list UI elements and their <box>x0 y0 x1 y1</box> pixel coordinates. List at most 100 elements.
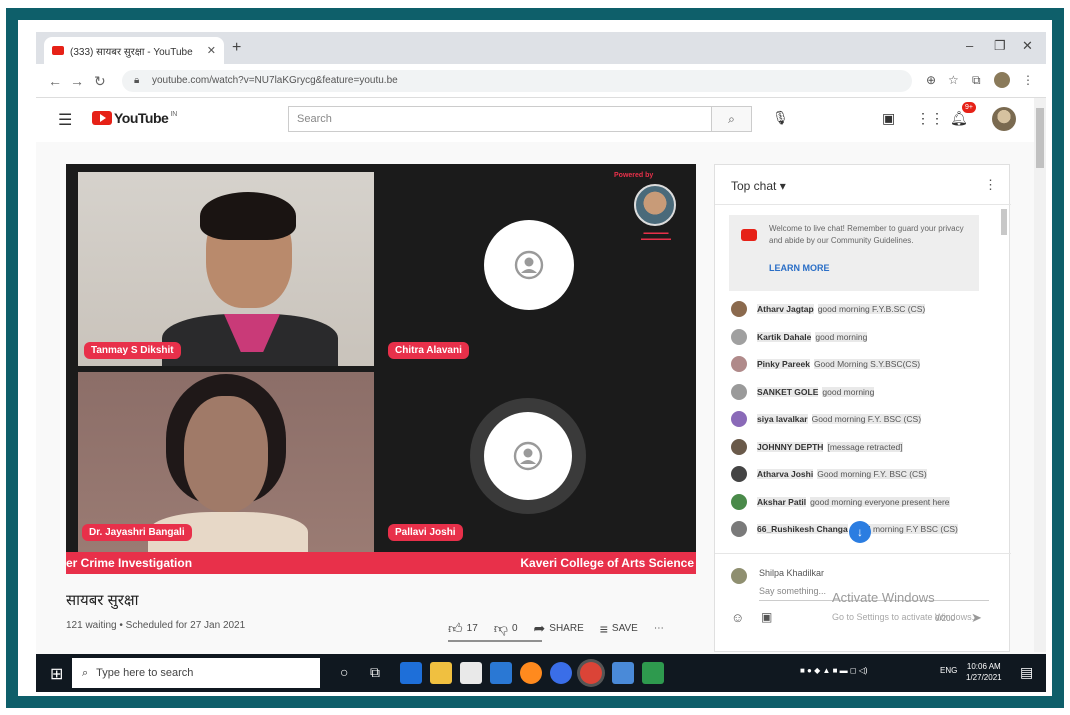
create-video-icon[interactable]: ▣ <box>882 110 895 127</box>
video-player[interactable]: Tanmay S Dikshit Chitra Alavani Dr. Jaya… <box>66 164 696 574</box>
chat-input[interactable]: Say something... <box>759 586 826 596</box>
firefox-icon[interactable] <box>520 662 542 684</box>
microphone-icon[interactable]: 🎙︎ <box>772 110 789 126</box>
back-icon[interactable]: ← <box>48 73 62 89</box>
chat-author: Kartik Dahale <box>757 331 812 342</box>
taskbar-clock[interactable]: 10:06 AM 1/27/2021 <box>966 661 1002 683</box>
browser-tab[interactable]: (333) सायबर सुरक्षा - YouTube ✕ <box>44 37 224 64</box>
clock-date: 1/27/2021 <box>966 673 1002 682</box>
minimize-icon[interactable]: – <box>966 38 973 53</box>
close-window-icon[interactable]: ✕ <box>1022 38 1033 54</box>
notification-badge: 9+ <box>962 102 976 113</box>
account-avatar[interactable] <box>992 107 1016 131</box>
search-input[interactable]: Search <box>288 106 712 132</box>
chrome-icon[interactable] <box>580 662 602 684</box>
scroll-down-icon[interactable]: ↓ <box>849 521 871 543</box>
site-settings-icon[interactable]: ⊕ <box>926 73 936 87</box>
activate-windows-title: Activate Windows <box>832 590 935 605</box>
file-explorer-icon[interactable] <box>430 662 452 684</box>
like-count: 17 <box>466 623 478 634</box>
chat-text: good morning <box>815 331 868 342</box>
browser-menu-icon[interactable]: ⋮ <box>1022 73 1034 87</box>
chat-author: Pinky Pareek <box>757 359 810 369</box>
super-chat-icon[interactable]: ▣ <box>761 610 772 624</box>
forward-icon[interactable]: → <box>70 73 84 89</box>
video-title: सायबर सुरक्षा <box>66 592 139 609</box>
extension-icon[interactable]: ⧉ <box>972 73 981 88</box>
chat-author: JOHNNY DEPTH <box>757 441 824 452</box>
task-view-icon[interactable]: ⧉ <box>370 664 380 681</box>
chat-scrollbar[interactable] <box>1001 209 1007 235</box>
apps-grid-icon[interactable]: ⋮⋮ <box>916 110 944 127</box>
language-indicator[interactable]: ENG <box>940 666 957 675</box>
chat-author: Atharv Jagtap <box>757 304 814 314</box>
like-ratio-bar <box>448 640 542 642</box>
person-icon <box>513 441 543 471</box>
chat-message[interactable]: 66_Rushikesh Changa good morning F.Y BSC … <box>731 519 958 539</box>
chat-header: Top chat ▾ ⋮ <box>715 165 1011 205</box>
app-icon[interactable] <box>612 662 634 684</box>
chat-message[interactable]: siya lavalkar Good morning F.Y. BSC (CS) <box>731 409 922 429</box>
chat-text: good morning everyone present here <box>810 496 950 507</box>
chat-text: [message retracted] <box>827 441 903 452</box>
chat-author: siya lavalkar <box>757 414 808 424</box>
more-actions-button[interactable]: ⋯ <box>654 623 664 634</box>
new-tab-button[interactable]: + <box>232 39 241 57</box>
chat-message[interactable]: JOHNNY DEPTH [message retracted] <box>731 437 903 457</box>
restore-icon[interactable]: ❐ <box>994 38 1006 54</box>
url-text: youtube.com/watch?v=NU7laKGrycg&feature=… <box>152 75 398 86</box>
page-scrollbar-thumb[interactable] <box>1036 108 1044 168</box>
screen: (333) सायबर सुरक्षा - YouTube ✕ + – ❐ ✕ … <box>36 32 1046 692</box>
cortana-icon[interactable]: ○ <box>340 664 348 680</box>
tab-close-icon[interactable]: ✕ <box>207 44 216 57</box>
chat-message[interactable]: Atharva Joshi Good morning F.Y. BSC (CS) <box>731 464 927 484</box>
thumbs-down-icon: 👎︎ <box>493 620 508 636</box>
dislike-button[interactable]: 👎︎ 0 <box>494 620 518 637</box>
menu-icon[interactable]: ☰ <box>58 110 72 130</box>
store-icon[interactable] <box>460 662 482 684</box>
top-chat-dropdown[interactable]: Top chat ▾ <box>731 179 786 193</box>
chat-message[interactable]: Atharv Jagtap good morning F.Y.B.SC (CS) <box>731 299 926 319</box>
page-scrollbar[interactable] <box>1034 98 1046 652</box>
chat-author: SANKET GOLE <box>757 386 819 397</box>
like-button[interactable]: 👍︎ 17 <box>448 620 478 637</box>
action-center-icon[interactable]: ▤ <box>1020 664 1033 681</box>
ticker-left-text: er Crime Investigation <box>66 556 193 570</box>
playlist-add-icon: ≡ <box>599 620 608 637</box>
search-icon: ⌕ <box>82 666 89 679</box>
excel-icon[interactable] <box>642 662 664 684</box>
mail-icon[interactable] <box>490 662 512 684</box>
chat-more-icon[interactable]: ⋮ <box>984 177 997 193</box>
activate-windows-subtitle: Go to Settings to activate Windows. <box>832 612 975 622</box>
learn-more-link[interactable]: LEARN MORE <box>769 263 830 273</box>
emoji-icon[interactable]: ☺ <box>731 610 744 625</box>
youtube-icon <box>741 229 757 241</box>
lock-icon: 🔒︎ <box>134 75 140 86</box>
sponsor-caption: ▬▬▬▬▬ ▬▬▬▬▬▬ <box>641 230 671 242</box>
participant-tile: Tanmay S Dikshit <box>78 172 374 366</box>
person-head <box>184 396 268 512</box>
bookmark-star-icon[interactable]: ☆ <box>948 73 959 87</box>
reload-icon[interactable]: ↻ <box>94 73 106 90</box>
sponsor-photo <box>634 184 676 226</box>
taskbar-search[interactable]: ⌕ Type here to search <box>72 658 320 688</box>
browser-profile-icon[interactable] <box>994 72 1010 88</box>
tray-icons[interactable]: ■ ● ◆ ▲ ■ ▬ ◻ ◁) <box>800 666 868 675</box>
chat-message[interactable]: Kartik Dahale good morning <box>731 327 868 347</box>
share-button[interactable]: ➦ SHARE <box>534 620 584 637</box>
chat-avatar <box>731 383 747 400</box>
youtube-logo[interactable]: YouTube IN <box>92 110 177 126</box>
chat-message[interactable]: Akshar Patil good morning everyone presen… <box>731 492 950 512</box>
chat-message[interactable]: Pinky Pareek Good Morning S.Y.BSC(CS) <box>731 354 921 374</box>
taskbar-search-text: Type here to search <box>96 667 194 679</box>
url-field[interactable]: 🔒︎ youtube.com/watch?v=NU7laKGrycg&featu… <box>122 70 912 92</box>
chat-text: Good Morning S.Y.BSC(CS) <box>813 359 921 369</box>
chat-text: good morning <box>822 386 875 397</box>
windows-start-icon[interactable]: ⊞ <box>50 664 63 684</box>
chat-message[interactable]: SANKET GOLE good morning <box>731 382 875 402</box>
tab-title: (333) सायबर सुरक्षा - YouTube <box>70 46 193 58</box>
search-icon[interactable]: ⌕ <box>712 106 752 132</box>
save-button[interactable]: ≡ SAVE <box>600 621 638 637</box>
edge-icon[interactable] <box>400 662 422 684</box>
chromium-icon[interactable] <box>550 662 572 684</box>
